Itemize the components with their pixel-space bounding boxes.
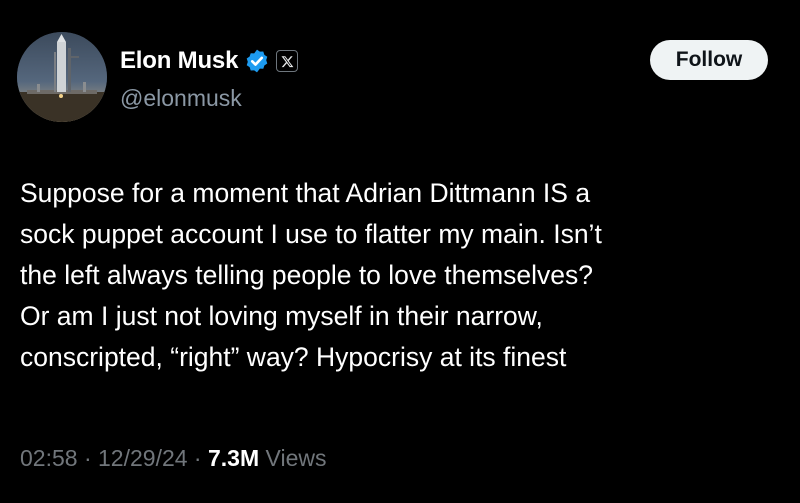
views-count: 7.3M [208,445,260,471]
tweet-text-line: Or am I just not loving myself in their … [20,301,543,331]
author-display-name[interactable]: Elon Musk [120,47,238,75]
meta-separator: · [77,445,99,471]
tweet-date[interactable]: 12/29/24 [98,445,188,471]
avatar-rocket-image [17,32,107,122]
author-name-row: Elon Musk [120,43,299,79]
avatar[interactable] [17,32,107,122]
tweet-text-line: sock puppet account I use to flatter my … [20,219,602,249]
tweet-meta: 02:58 · 12/29/24 · 7.3M Views [20,445,326,472]
views-label: Views [265,445,327,471]
tweet-text-line: the left always telling people to love t… [20,260,594,290]
tweet-text: Suppose for a moment that Adrian Dittman… [20,173,790,378]
tweet-text-line: Suppose for a moment that Adrian Dittman… [20,178,591,208]
follow-button[interactable]: Follow [650,40,768,80]
author-handle[interactable]: @elonmusk [120,85,242,112]
tweet-time[interactable]: 02:58 [20,445,78,471]
meta-separator: · [187,445,208,471]
tweet-text-line: conscripted, “right” way? Hypocrisy at i… [20,342,567,372]
tweet-card: Elon Musk @elonmusk Follow Suppose for a… [0,0,800,503]
verified-badge-icon [244,48,270,74]
x-logo-icon [276,50,299,72]
